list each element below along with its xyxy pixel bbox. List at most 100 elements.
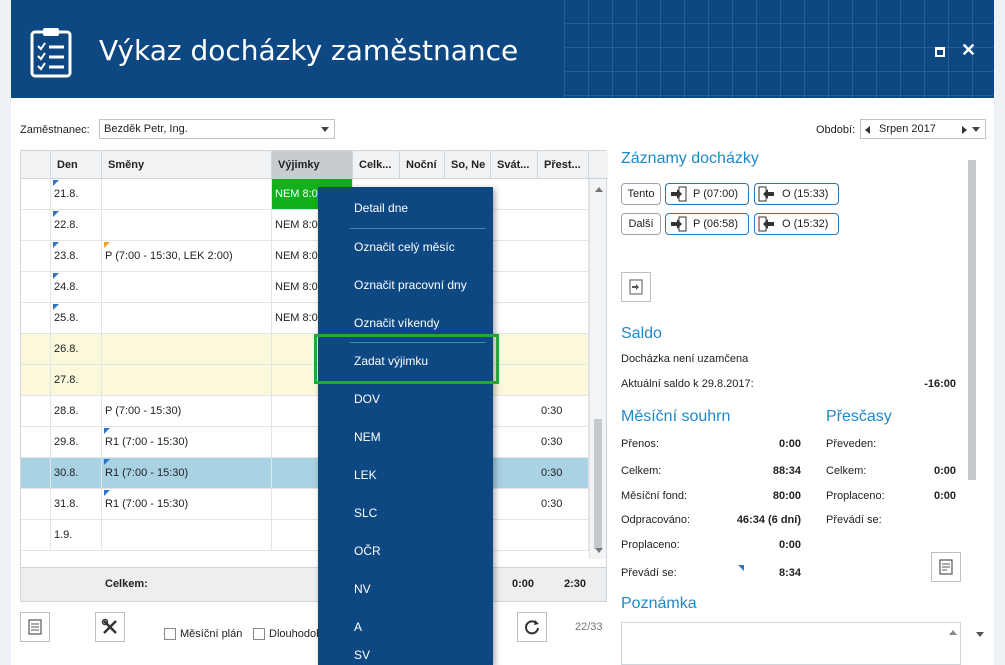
table-row[interactable]: 28.8. P (7:00 - 15:30) 0:30: [21, 396, 589, 427]
table-row[interactable]: 22.8. NEM 8:00: [21, 210, 589, 241]
table-row[interactable]: 21.8. NEM 8:00: [21, 179, 589, 210]
checkbox-box[interactable]: [164, 628, 176, 640]
overtime-detail-button[interactable]: [931, 552, 961, 582]
this-day-button[interactable]: Tento: [621, 183, 661, 205]
header-svatky[interactable]: Svát...: [491, 151, 538, 179]
menu-item-nv[interactable]: NV: [318, 570, 493, 608]
overtime-label: Převádí se:: [826, 514, 882, 526]
next-arrival-record[interactable]: P (06:58): [665, 213, 749, 235]
day-cell: 22.8.: [51, 210, 102, 240]
maximize-icon[interactable]: [935, 47, 945, 57]
context-menu: Detail dne Označit celý měsíc Označit pr…: [314, 187, 499, 665]
next-day-button[interactable]: Další: [621, 213, 661, 235]
report-button[interactable]: [20, 612, 50, 642]
refresh-button[interactable]: [517, 612, 547, 642]
table-row[interactable]: 31.8. R1 (7:00 - 15:30) 0:30: [21, 489, 589, 520]
shift-cell: [102, 210, 272, 240]
row-indicator: [21, 241, 51, 271]
this-departure-record[interactable]: O (15:33): [754, 183, 839, 205]
day-cell: 26.8.: [51, 334, 102, 364]
table-row[interactable]: 25.8. NEM 8:00: [21, 303, 589, 334]
table-row[interactable]: 27.8.: [21, 365, 589, 396]
close-icon[interactable]: ✕: [961, 40, 976, 61]
note-marker: [53, 211, 59, 217]
note-scroll-up-icon[interactable]: [949, 630, 957, 635]
menu-item-detail-dne[interactable]: Detail dne: [318, 189, 493, 227]
period-select[interactable]: Srpen 2017: [860, 119, 986, 139]
day-cell: 25.8.: [51, 303, 102, 333]
monthly-value: 88:34: [772, 465, 801, 477]
monthly-value: 80:00: [772, 490, 801, 502]
table-row[interactable]: 23.8. P (7:00 - 15:30, LEK 2:00) NEM 8:0…: [21, 241, 589, 272]
menu-item-oznacit-pracovni-dny[interactable]: Označit pracovní dny: [318, 266, 493, 304]
menu-item-lek[interactable]: LEK: [318, 456, 493, 494]
note-marker: [53, 273, 59, 279]
overtime-title: Přesčasy: [826, 408, 892, 425]
this-arrival-record[interactable]: P (07:00): [665, 183, 749, 205]
table-row[interactable]: 29.8. R1 (7:00 - 15:30) 0:30: [21, 427, 589, 458]
monthly-label: Přenos:: [621, 438, 659, 450]
note-marker: [53, 304, 59, 310]
menu-item-oznacit-cely-mesic[interactable]: Označit celý měsíc: [318, 228, 493, 266]
shift-marker: [104, 428, 110, 434]
grid-scrollbar[interactable]: [589, 179, 606, 559]
menu-item-sv[interactable]: SV: [318, 646, 493, 665]
menu-item-nem[interactable]: NEM: [318, 418, 493, 456]
day-cell: 24.8.: [51, 272, 102, 302]
period-label: Období:: [816, 124, 856, 136]
arrival-icon: [671, 186, 687, 202]
next-departure-record[interactable]: O (15:32): [754, 213, 839, 235]
overtime-cell: [538, 210, 589, 240]
table-row-selected[interactable]: 30.8. R1 (7:00 - 15:30) 0:30: [21, 458, 589, 489]
header-vyjimky[interactable]: Výjimky: [272, 151, 353, 179]
menu-item-dov[interactable]: DOV: [318, 380, 493, 418]
menu-item-slc[interactable]: SLC: [318, 494, 493, 532]
table-row[interactable]: 24.8. NEM 8:00: [21, 272, 589, 303]
tools-button[interactable]: [95, 612, 125, 642]
header-nocni[interactable]: Noční: [400, 151, 445, 179]
header-so-ne[interactable]: So, Ne: [445, 151, 491, 179]
shift-cell: R1 (7:00 - 15:30): [102, 458, 272, 488]
departure-icon: [758, 186, 774, 202]
scroll-thumb[interactable]: [594, 419, 602, 549]
menu-item-zadat-vyjimku[interactable]: Zadat výjimku: [318, 342, 493, 380]
header-den[interactable]: Den: [51, 151, 102, 179]
shift-cell: [102, 365, 272, 395]
shift-marker: [104, 242, 110, 248]
long-term-label: Dlouhodob: [269, 628, 323, 640]
title-bar: Výkaz docházky zaměstnance ✕: [11, 0, 994, 98]
checkbox-box[interactable]: [253, 628, 265, 640]
long-term-checkbox[interactable]: Dlouhodob: [253, 628, 322, 640]
records-title: Záznamy docházky: [621, 150, 759, 167]
overtime-label: Celkem:: [826, 465, 867, 477]
shift-cell: P (7:00 - 15:30): [102, 396, 272, 426]
next-period-icon[interactable]: [962, 126, 967, 134]
note-textarea[interactable]: [621, 622, 961, 665]
menu-item-ocr[interactable]: OČR: [318, 532, 493, 570]
monthly-label: Odpracováno:: [621, 514, 691, 526]
document-icon: [28, 619, 42, 635]
table-row[interactable]: 26.8.: [21, 334, 589, 365]
table-row[interactable]: 1.9.: [21, 520, 589, 551]
next-label: Další: [628, 218, 654, 230]
overtime-cell: 0:30: [538, 427, 589, 457]
overtime-cell: [538, 241, 589, 271]
saldo-title: Saldo: [621, 325, 662, 342]
scroll-thumb[interactable]: [968, 160, 976, 480]
add-record-button[interactable]: [621, 272, 651, 302]
row-counter: 22/33: [575, 621, 603, 633]
header-prescasy[interactable]: Přest...: [538, 151, 589, 179]
scroll-down-icon[interactable]: [976, 632, 984, 637]
monthly-value: 0:00: [778, 539, 801, 551]
menu-item-a[interactable]: A: [318, 608, 493, 646]
header-celkem[interactable]: Celk...: [353, 151, 400, 179]
scroll-down-icon[interactable]: [595, 548, 603, 553]
header-smeny[interactable]: Směny: [102, 151, 272, 179]
right-pane-scrollbar[interactable]: [964, 150, 978, 650]
overtime-cell: 0:30: [538, 396, 589, 426]
monthly-plan-checkbox[interactable]: Měsíční plán: [164, 628, 242, 640]
employee-select[interactable]: Bezděk Petr, Ing.: [99, 119, 335, 139]
scroll-up-icon[interactable]: [595, 187, 603, 192]
prev-period-icon[interactable]: [865, 126, 870, 134]
row-indicator: [21, 303, 51, 333]
